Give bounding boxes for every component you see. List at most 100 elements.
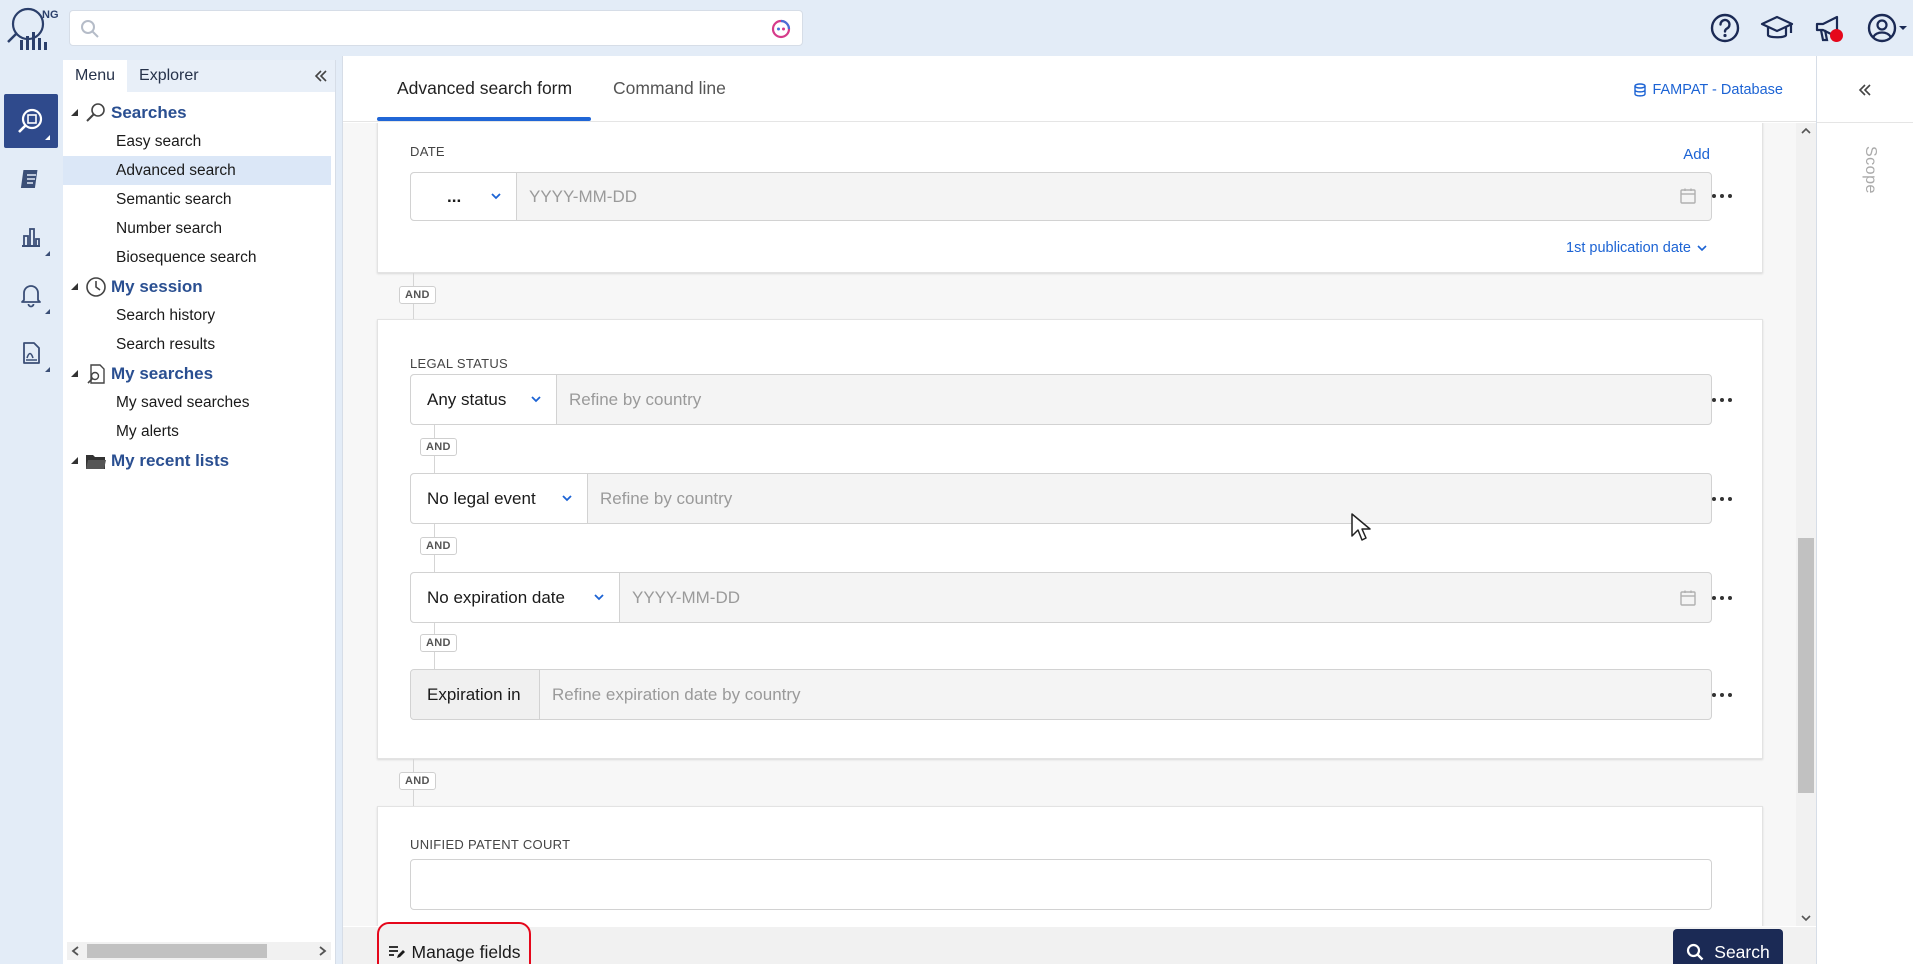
expand-left-icon[interactable] <box>1857 82 1873 98</box>
saved-search-icon <box>84 362 108 386</box>
expiration-date-input[interactable] <box>620 573 1660 622</box>
tab-explorer[interactable]: Explorer <box>127 60 211 92</box>
unified-patent-court-section: UNIFIED PATENT COURT <box>377 806 1763 926</box>
scroll-thumb[interactable] <box>87 944 267 958</box>
nav-tabs: Menu Explorer <box>63 60 335 92</box>
tab-menu[interactable]: Menu <box>63 60 128 92</box>
user-account-icon[interactable] <box>1861 8 1913 48</box>
tree-group-my-searches[interactable]: My searches <box>63 359 335 388</box>
and-connector[interactable]: AND <box>399 286 436 304</box>
nav-item-my-alerts[interactable]: My alerts <box>63 417 335 446</box>
date-operator-select[interactable]: ... <box>411 173 517 220</box>
scroll-down-icon[interactable] <box>1800 912 1812 924</box>
refine-country-input[interactable] <box>557 375 1707 424</box>
tree-group-my-recent-lists[interactable]: My recent lists <box>63 446 335 475</box>
row-more-icon[interactable] <box>1712 497 1732 503</box>
row-more-icon[interactable] <box>1712 398 1732 404</box>
help-icon[interactable] <box>1705 8 1745 48</box>
calendar-icon[interactable] <box>1679 589 1697 607</box>
date-field-row: ... <box>410 172 1712 221</box>
magnifier-icon <box>84 101 108 125</box>
tab-command-line[interactable]: Command line <box>613 78 726 99</box>
row-more-icon[interactable] <box>1712 693 1732 699</box>
rail-analytics-button[interactable] <box>4 210 58 264</box>
scroll-left-icon[interactable] <box>70 945 82 957</box>
nav-item-search-results[interactable]: Search results <box>63 330 335 359</box>
date-row-more-icon[interactable] <box>1712 194 1732 200</box>
and-connector[interactable]: AND <box>399 772 436 790</box>
rail-documents-button[interactable] <box>4 326 58 380</box>
legal-event-select[interactable]: No legal event <box>411 474 588 523</box>
upc-field-row <box>410 859 1712 910</box>
and-connector[interactable]: AND <box>420 537 457 555</box>
scroll-thumb[interactable] <box>1798 538 1814 793</box>
collapse-left-icon[interactable] <box>313 68 329 84</box>
scroll-up-icon[interactable] <box>1800 125 1812 137</box>
calendar-icon[interactable] <box>1679 187 1697 205</box>
nav-horizontal-scrollbar[interactable] <box>67 942 331 960</box>
chevron-down-icon <box>531 396 541 403</box>
row-more-icon[interactable] <box>1712 596 1732 602</box>
database-link[interactable]: FAMPAT - Database <box>1634 82 1783 98</box>
scope-label[interactable]: Scope <box>1861 146 1879 194</box>
add-date-link[interactable]: Add <box>1683 146 1710 163</box>
global-search-input[interactable] <box>110 15 750 41</box>
document-icon <box>23 342 40 364</box>
scope-panel: Scope <box>1816 56 1913 964</box>
expiration-date-select[interactable]: No expiration date <box>411 573 620 622</box>
search-icon <box>18 108 43 133</box>
nav-item-advanced-search[interactable]: Advanced search <box>63 156 331 185</box>
rail-search-button[interactable] <box>4 94 58 148</box>
chevron-down-icon <box>1899 26 1907 30</box>
expiration-country-input[interactable] <box>540 670 1710 719</box>
database-icon <box>1634 83 1647 97</box>
app-logo[interactable]: NG <box>6 4 59 52</box>
and-connector[interactable]: AND <box>420 634 457 652</box>
nav-item-search-history[interactable]: Search history <box>63 301 335 330</box>
expiration-in-row: Expiration in <box>410 669 1712 720</box>
top-icons <box>1693 8 1913 48</box>
chevron-down-icon <box>562 495 572 502</box>
search-button[interactable]: Search <box>1673 929 1783 964</box>
nav-item-number-search[interactable]: Number search <box>63 214 335 243</box>
scroll-right-icon[interactable] <box>316 945 328 957</box>
ai-assistant-icon[interactable] <box>770 18 792 40</box>
chevron-down-icon <box>1697 245 1707 252</box>
chevron-down-icon <box>491 193 501 200</box>
rail-notes-button[interactable] <box>4 152 58 206</box>
nav-item-easy-search[interactable]: Easy search <box>63 127 335 156</box>
date-section: DATE Add ... 1st publication date <box>377 123 1763 273</box>
rail-alerts-button[interactable] <box>4 268 58 322</box>
megaphone-icon[interactable] <box>1809 8 1849 48</box>
navigation-panel: Menu Explorer Searches Easy search Advan… <box>63 60 336 964</box>
section-title: UNIFIED PATENT COURT <box>410 837 571 852</box>
tree-group-my-session[interactable]: My session <box>63 272 335 301</box>
any-status-select[interactable]: Any status <box>411 375 557 424</box>
main-panel: Advanced search form Command line FAMPAT… <box>342 56 1817 964</box>
top-bar: NG <box>0 0 1913 56</box>
form-vertical-scrollbar[interactable] <box>1796 123 1816 926</box>
section-title: LEGAL STATUS <box>410 356 508 371</box>
tree-group-searches[interactable]: Searches <box>63 98 335 127</box>
edit-list-icon <box>388 946 405 958</box>
left-rail <box>0 56 62 964</box>
chevron-down-icon <box>594 594 604 601</box>
graduation-cap-icon[interactable] <box>1757 8 1797 48</box>
nav-item-my-saved-searches[interactable]: My saved searches <box>63 388 335 417</box>
and-connector[interactable]: AND <box>420 438 457 456</box>
manage-fields-button[interactable]: Manage fields <box>377 922 531 964</box>
refine-country-input[interactable] <box>588 474 1708 523</box>
folder-icon <box>84 449 108 473</box>
global-search-box[interactable] <box>69 10 803 46</box>
tab-advanced-search-form[interactable]: Advanced search form <box>397 78 572 99</box>
nav-tree: Searches Easy search Advanced search Sem… <box>63 92 335 475</box>
date-type-select[interactable]: 1st publication date <box>1566 240 1707 256</box>
bell-icon <box>21 285 41 308</box>
section-title: DATE <box>410 144 445 159</box>
legal-status-section: LEGAL STATUS Any status AND No legal eve… <box>377 319 1763 759</box>
nav-item-semantic-search[interactable]: Semantic search <box>63 185 335 214</box>
notes-icon <box>20 170 38 188</box>
date-input[interactable] <box>517 173 1667 220</box>
nav-item-biosequence-search[interactable]: Biosequence search <box>63 243 335 272</box>
search-icon <box>1687 943 1704 961</box>
